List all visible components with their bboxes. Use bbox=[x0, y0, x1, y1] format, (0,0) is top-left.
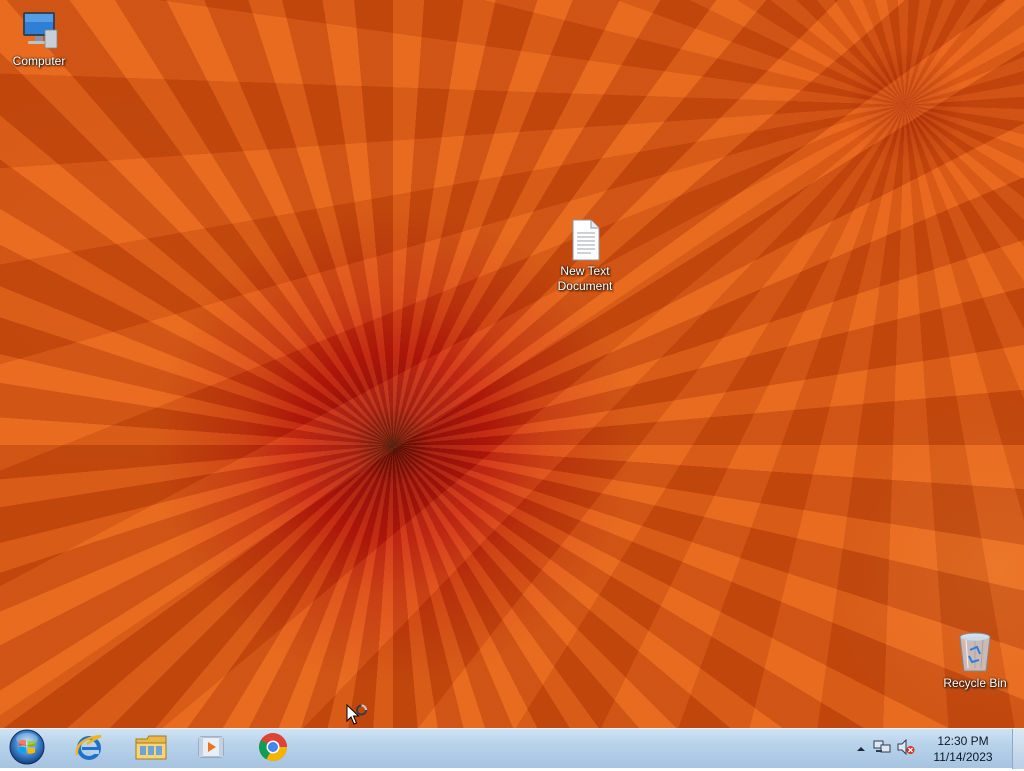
show-hidden-icons-button[interactable] bbox=[854, 729, 868, 769]
chevron-up-icon bbox=[856, 740, 866, 758]
taskbar-file-explorer-button[interactable] bbox=[126, 731, 176, 767]
desktop-icon-computer[interactable]: Computer bbox=[1, 8, 77, 69]
start-button[interactable] bbox=[2, 729, 52, 767]
taskbar: 12:30 PM 11/14/2023 bbox=[0, 728, 1024, 769]
desktop-wallpaper[interactable]: Computer New Text Document Recycle Bin bbox=[0, 0, 1024, 728]
volume-muted-icon bbox=[897, 738, 915, 760]
desktop-icon-label: Computer bbox=[12, 54, 66, 68]
taskbar-clock[interactable]: 12:30 PM 11/14/2023 bbox=[916, 729, 1010, 769]
desktop-icon-label: Recycle Bin bbox=[943, 676, 1007, 690]
clock-date: 11/14/2023 bbox=[933, 750, 993, 764]
desktop-icon-new-text-document[interactable]: New Text Document bbox=[547, 218, 623, 294]
computer-icon bbox=[17, 8, 61, 52]
file-explorer-icon bbox=[134, 731, 168, 768]
notification-area: 12:30 PM 11/14/2023 bbox=[854, 729, 1024, 769]
flower-wallpaper bbox=[0, 0, 1024, 728]
volume-button[interactable] bbox=[896, 729, 916, 769]
network-icon bbox=[873, 739, 891, 760]
chrome-icon bbox=[257, 731, 289, 768]
taskbar-media-player-button[interactable] bbox=[186, 731, 236, 767]
show-desktop-button[interactable] bbox=[1012, 729, 1024, 769]
clock-time: 12:30 PM bbox=[937, 734, 989, 748]
taskbar-chrome-button[interactable] bbox=[248, 731, 298, 767]
busy-pointer-cursor-icon bbox=[346, 703, 370, 728]
desktop-icon-recycle-bin[interactable]: Recycle Bin bbox=[937, 630, 1013, 691]
media-player-icon bbox=[196, 732, 226, 767]
taskbar-internet-explorer-button[interactable] bbox=[64, 731, 114, 767]
desktop-icon-label: New Text Document bbox=[557, 264, 613, 293]
internet-explorer-icon bbox=[73, 731, 105, 768]
recycle-bin-icon bbox=[953, 630, 997, 674]
windows-orb-icon bbox=[8, 728, 46, 771]
network-status-button[interactable] bbox=[872, 729, 892, 769]
text-document-icon bbox=[563, 218, 607, 262]
